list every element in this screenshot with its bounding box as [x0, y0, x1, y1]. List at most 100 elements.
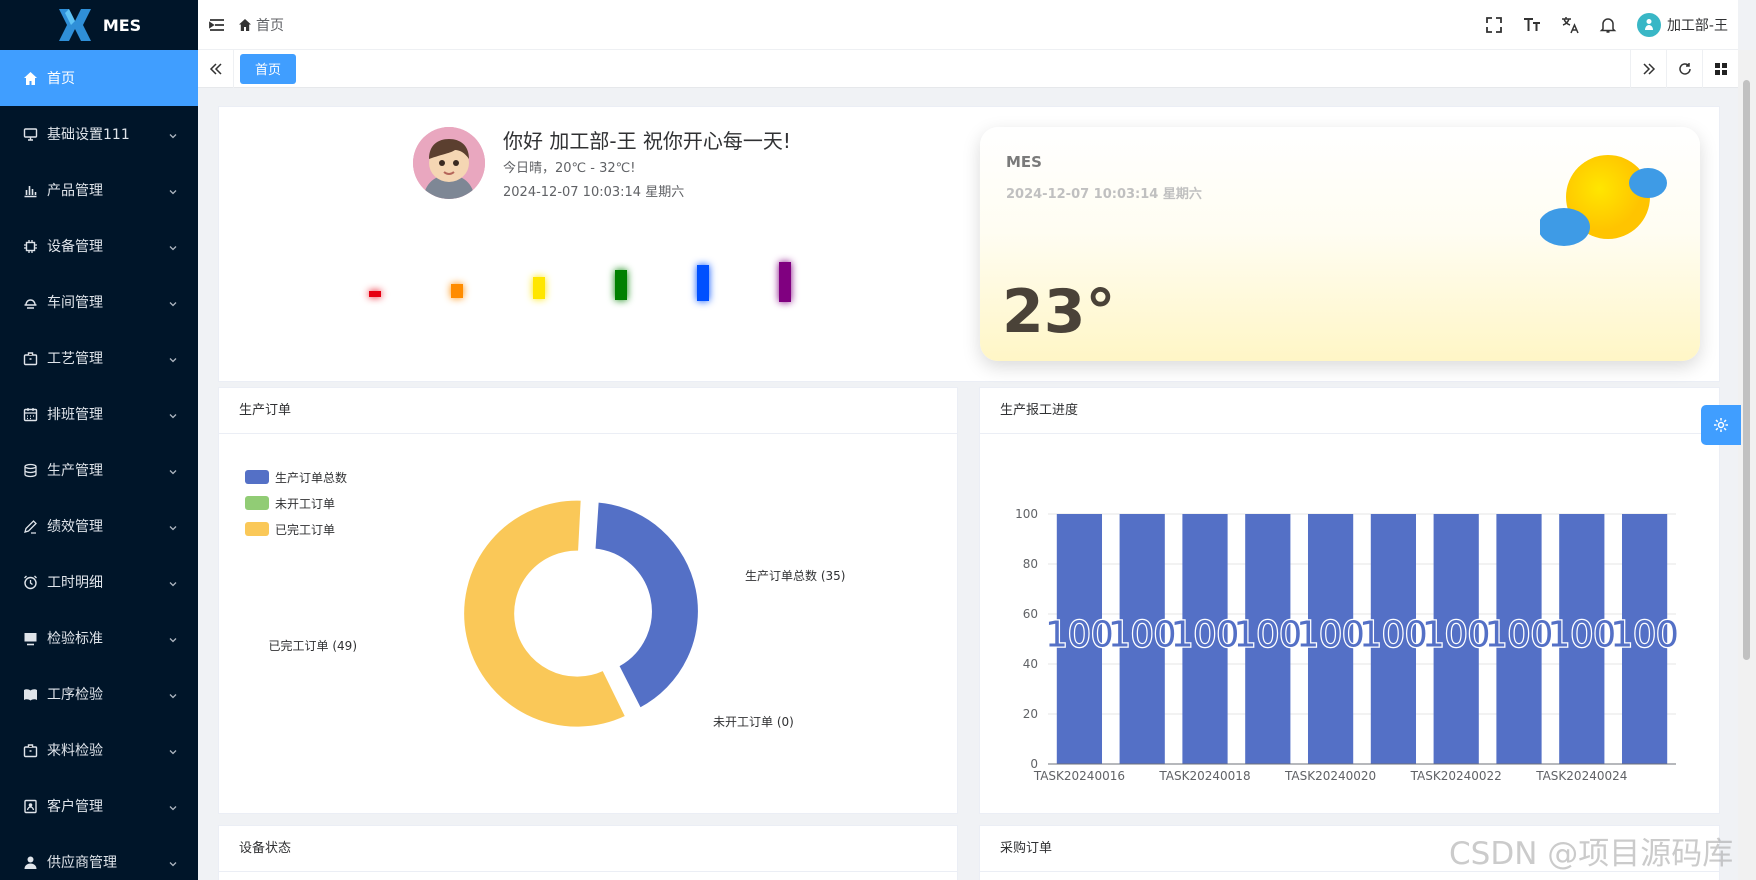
- donut-chart: 生产订单总数 (35) 未开工订单 (0) 已完工订单 (49): [269, 498, 845, 729]
- decorative-bars: [369, 247, 791, 307]
- decorative-bar: [697, 265, 709, 301]
- decorative-bar: [533, 277, 545, 299]
- chevron-down-icon: [168, 185, 178, 195]
- weather-card-title: MES: [1006, 153, 1042, 171]
- sidebar-item[interactable]: 基础设置111: [0, 106, 198, 162]
- gear-icon: [1714, 418, 1728, 432]
- top-header: 首页 加工部-王: [198, 0, 1738, 50]
- y-tick-label: 80: [1023, 557, 1038, 571]
- alarm-icon: [22, 574, 38, 590]
- sidebar-item[interactable]: 产品管理: [0, 162, 198, 218]
- sidebar-item[interactable]: 排班管理: [0, 386, 198, 442]
- sidebar-item-label: 排班管理: [47, 407, 103, 423]
- sidebar-item[interactable]: 客户管理: [0, 778, 198, 834]
- sidebar-item-label: 绩效管理: [47, 519, 103, 535]
- sidebar-item-label: 产品管理: [47, 183, 103, 199]
- x-tick-label: TASK20240018: [1158, 769, 1250, 783]
- sidebar-item-label: 工时明细: [47, 575, 103, 591]
- font-size-icon[interactable]: [1523, 16, 1541, 34]
- avatar: [413, 127, 485, 199]
- breadcrumb: 首页: [238, 15, 284, 35]
- y-tick-label: 40: [1023, 657, 1038, 671]
- chevron-down-icon: [168, 633, 178, 643]
- sidebar-item[interactable]: 设备管理: [0, 218, 198, 274]
- scroll-right-icon[interactable]: [1630, 49, 1666, 88]
- decorative-bar: [615, 270, 627, 300]
- chevron-down-icon: [168, 409, 178, 419]
- bar-data-label: 100: [1422, 615, 1491, 656]
- sidebar-item[interactable]: 检验标准: [0, 610, 198, 666]
- briefcase-icon: [22, 350, 38, 366]
- user-menu[interactable]: 加工部-王: [1636, 12, 1728, 37]
- home-icon: [22, 70, 38, 86]
- bar-data-label: 100: [1171, 615, 1240, 656]
- sidebar-item-label: 来料检验: [47, 743, 103, 759]
- page-scrollbar[interactable]: [1738, 50, 1756, 880]
- screen-icon: [22, 630, 38, 646]
- sidebar-item[interactable]: 生产管理: [0, 442, 198, 498]
- fullscreen-icon[interactable]: [1485, 16, 1503, 34]
- weather-card-datetime: 2024-12-07 10:03:14 星期六: [1006, 187, 1202, 202]
- grid-icon[interactable]: [1702, 49, 1738, 88]
- sidebar-menu: 首页基础设置111 产品管理设备管理车间管理工艺管理排班管理生产管理绩效管理工时明…: [0, 50, 198, 880]
- greeting: 你好 加工部-王 祝你开心每一天!: [503, 129, 791, 153]
- scrollbar-thumb[interactable]: [1743, 80, 1750, 660]
- sidebar-item[interactable]: 绩效管理: [0, 498, 198, 554]
- bell-icon[interactable]: [1599, 16, 1617, 34]
- monitor-icon: [22, 126, 38, 142]
- tags-view: 首页: [198, 49, 1738, 88]
- tags-actions: [1630, 49, 1738, 88]
- pie-slice-label: 已完工订单 (49): [269, 638, 357, 653]
- sidebar-item-label: 基础设置111: [47, 127, 130, 143]
- chevron-down-icon: [168, 689, 178, 699]
- bar-data-label: 100: [1296, 615, 1365, 656]
- sidebar-item-label: 工艺管理: [47, 351, 103, 367]
- breadcrumb-item-home[interactable]: 首页: [256, 15, 284, 35]
- database-icon: [22, 462, 38, 478]
- sidebar-item[interactable]: 工序检验: [0, 666, 198, 722]
- pie-slice[interactable]: [593, 500, 700, 710]
- sidebar-item-label: 设备管理: [47, 239, 103, 255]
- logo[interactable]: MES: [0, 0, 198, 50]
- panel-title: 生产报工进度: [980, 388, 1719, 434]
- header-actions: 加工部-王: [1485, 12, 1738, 37]
- bar-chart-icon: [22, 182, 38, 198]
- bar-data-label: 100: [1233, 615, 1302, 656]
- pie-slice-label: 生产订单总数 (35): [745, 568, 845, 583]
- sidebar-item[interactable]: 车间管理: [0, 274, 198, 330]
- hamburger-icon[interactable]: [208, 16, 226, 34]
- hand-icon: [22, 294, 38, 310]
- production-order-panel: 生产订单 生产订单总数 未开工订单 已完工订单 生产订单总数 (35) 未开工订单 (…: [218, 387, 958, 814]
- settings-button[interactable]: [1701, 405, 1741, 445]
- sidebar-item[interactable]: 供应商管理: [0, 834, 198, 880]
- sidebar: MES 首页基础设置111 产品管理设备管理车间管理工艺管理排班管理生产管理绩效管…: [0, 0, 198, 880]
- chevron-down-icon: [168, 801, 178, 811]
- sidebar-item[interactable]: 来料检验: [0, 722, 198, 778]
- sidebar-item-label: 客户管理: [47, 799, 103, 815]
- refresh-icon[interactable]: [1666, 49, 1702, 88]
- sidebar-item-label: 车间管理: [47, 295, 103, 311]
- bar-data-label: 100: [1359, 615, 1428, 656]
- sidebar-item[interactable]: 工时明细: [0, 554, 198, 610]
- chevron-down-icon: [168, 577, 178, 587]
- contact-icon: [22, 798, 38, 814]
- sidebar-item[interactable]: 首页: [0, 50, 198, 106]
- translate-icon[interactable]: [1561, 16, 1579, 34]
- pie-slice-label: 未开工订单 (0): [713, 715, 794, 729]
- bar-data-label: 100: [1547, 615, 1616, 656]
- tab-home[interactable]: 首页: [240, 53, 297, 84]
- panel-title: 设备状态: [219, 826, 957, 872]
- bar-data-label: 100: [1610, 615, 1679, 656]
- sidebar-item[interactable]: 工艺管理: [0, 330, 198, 386]
- scroll-left-icon[interactable]: [198, 49, 234, 88]
- chevron-down-icon: [168, 129, 178, 139]
- chevron-down-icon: [168, 297, 178, 307]
- bar-data-label: 100: [1045, 615, 1114, 656]
- panel-title: 生产订单: [219, 388, 957, 434]
- weather-summary: 今日晴，20℃ - 32℃!: [503, 161, 636, 176]
- decorative-bar: [369, 291, 381, 297]
- watermark: CSDN @项目源码库: [1449, 836, 1734, 872]
- sidebar-item-label: 检验标准: [47, 631, 103, 647]
- partly-cloudy-icon: [1540, 155, 1667, 246]
- user-name: 加工部-王: [1666, 17, 1728, 34]
